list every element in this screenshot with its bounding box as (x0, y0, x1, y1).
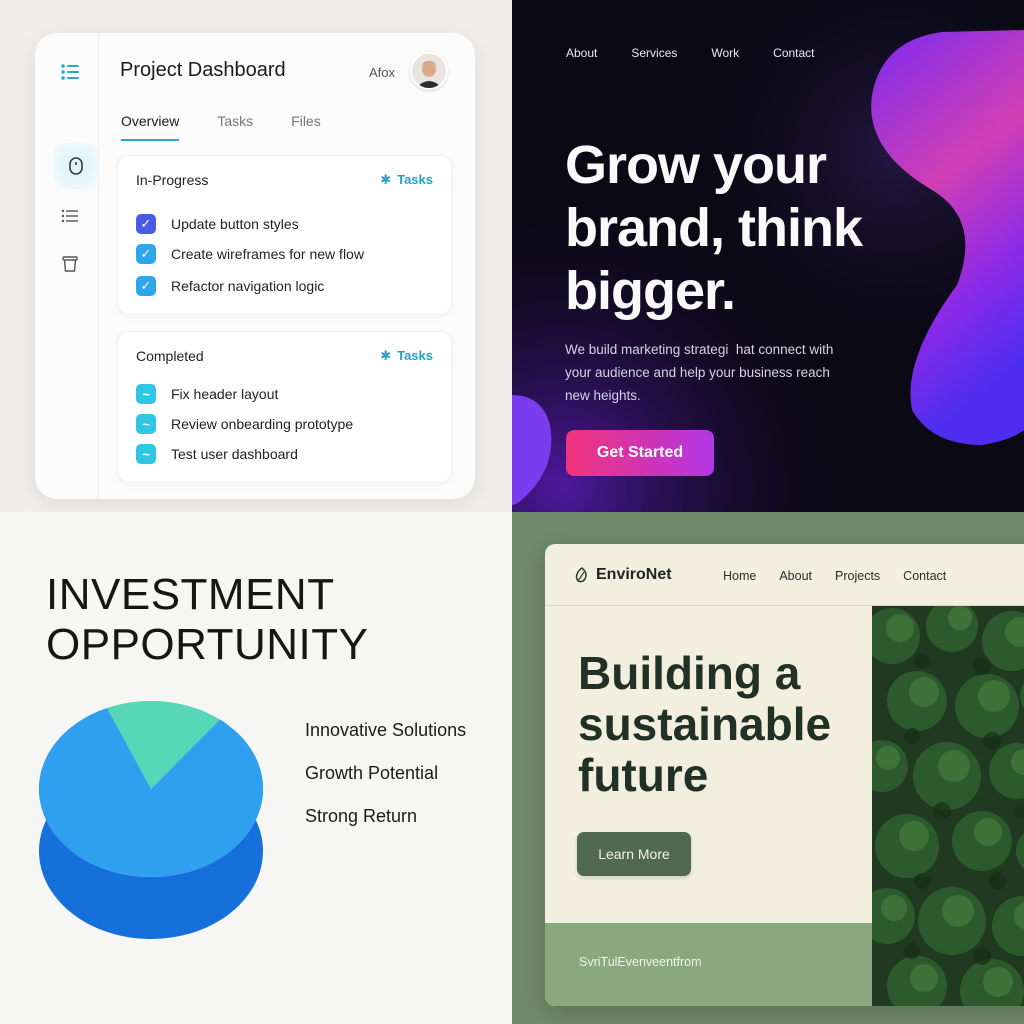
tab-bar: Overview Tasks Files (121, 113, 359, 141)
task-label: Refactor navigation logic (171, 278, 325, 294)
benefit-list: Innovative Solutions Growth Potential St… (305, 720, 466, 849)
site-header: EnviroNet Home About Projects Contact (545, 544, 1024, 606)
dashboard-panel: Project Dashboard Afox Overview Tasks Fi… (0, 0, 512, 512)
investment-title: INVESTMENT OPPORTUNITY (46, 570, 369, 670)
task-label: Update button styles (171, 216, 299, 232)
completed-panel: Completed ✱ Tasks ~ Fix header layout ~ R… (117, 331, 452, 483)
tab-overview[interactable]: Overview (121, 113, 180, 141)
get-started-button[interactable]: Get Started (566, 430, 714, 476)
hero-headline: Building a sustainable future (578, 648, 868, 801)
panel-heading: Completed (136, 348, 204, 364)
nav-about[interactable]: About (779, 569, 812, 583)
trash-icon[interactable] (55, 249, 85, 279)
tasks-link[interactable]: ✱ Tasks (380, 348, 433, 364)
pie-chart (38, 701, 263, 939)
trend-icon[interactable]: ~ (136, 444, 156, 464)
mouse-icon[interactable] (53, 143, 99, 189)
task-label: Create wireframes for new flow (171, 246, 364, 262)
agency-panel: About Services Work Contact Grow your br… (512, 0, 1024, 512)
brand-name: EnviroNet (596, 566, 672, 583)
headline-line: future (578, 749, 709, 801)
checkbox-checked-icon[interactable]: ✓ (136, 244, 156, 264)
nav-home[interactable]: Home (723, 569, 756, 583)
dashboard-card: Project Dashboard Afox Overview Tasks Fi… (35, 33, 475, 499)
environet-card: EnviroNet Home About Projects Contact Bu… (545, 544, 1024, 1006)
list-icon[interactable] (55, 57, 85, 87)
nav-contact[interactable]: Contact (773, 46, 814, 60)
environet-panel: EnviroNet Home About Projects Contact Bu… (512, 512, 1024, 1024)
forest-image (872, 606, 1024, 1006)
checkbox-checked-icon[interactable]: ✓ (136, 214, 156, 234)
menu-icon[interactable] (55, 201, 85, 231)
tab-files[interactable]: Files (291, 113, 321, 141)
avatar[interactable] (410, 52, 448, 90)
list-item: Innovative Solutions (305, 720, 467, 740)
tasks-link[interactable]: ✱ Tasks (380, 172, 433, 188)
list-item[interactable]: ✓ Update button styles (136, 214, 299, 234)
trend-icon[interactable]: ~ (136, 384, 156, 404)
nav-services[interactable]: Services (631, 46, 677, 60)
list-item: Growth Potential (305, 763, 439, 783)
list-item[interactable]: ~ Fix header layout (136, 384, 278, 404)
in-progress-panel: In-Progress ✱ Tasks ✓ Update button style… (117, 155, 452, 315)
headline-line: Building a (578, 647, 801, 699)
leaf-icon (575, 567, 587, 583)
list-item[interactable]: ✓ Refactor navigation logic (136, 276, 324, 296)
list-item: Strong Return (305, 806, 418, 826)
task-label: Fix header layout (171, 386, 279, 402)
investment-panel: INVESTMENT OPPORTUNITY Innovative Soluti… (0, 512, 512, 1024)
tasks-link-label: Tasks (397, 172, 433, 187)
sparkle-icon: ✱ (380, 348, 392, 363)
page-title: Project Dashboard (120, 59, 286, 81)
list-item[interactable]: ✓ Create wireframes for new flow (136, 244, 364, 264)
list-item[interactable]: ~ Test user dashboard (136, 444, 298, 464)
user-name: Afox (369, 65, 396, 80)
top-nav: About Services Work Contact (566, 46, 849, 60)
trend-icon[interactable]: ~ (136, 414, 156, 434)
site-nav: Home About Projects Contact (723, 569, 969, 583)
tab-tasks[interactable]: Tasks (217, 113, 253, 141)
title-line: INVESTMENT (46, 570, 335, 619)
footer-band: SvriTulEvenveentfrom (545, 923, 872, 1006)
learn-more-button[interactable]: Learn More (577, 832, 691, 876)
forest-canopy-illustration (872, 606, 1024, 1006)
hero-description: We build marketing strategi hat connect … (565, 342, 834, 403)
title-line: OPPORTUNITY (46, 620, 369, 669)
checkbox-checked-icon[interactable]: ✓ (136, 276, 156, 296)
list-item[interactable]: ~ Review onbearding prototype (136, 414, 353, 434)
sparkle-icon: ✱ (380, 172, 392, 187)
headline-line: sustainable (578, 698, 832, 750)
task-label: Test user dashboard (171, 446, 298, 462)
tasks-link-label: Tasks (397, 348, 433, 363)
brand-logo[interactable]: EnviroNet (575, 566, 672, 584)
nav-work[interactable]: Work (711, 46, 739, 60)
panel-heading: In-Progress (136, 172, 209, 188)
dashboard-sidebar (35, 33, 99, 499)
footer-text: SvriTulEvenveentfrom (579, 955, 702, 969)
nav-about[interactable]: About (566, 46, 597, 60)
nav-projects[interactable]: Projects (835, 569, 880, 583)
task-label: Review onbearding prototype (171, 416, 354, 432)
hero-headline: Grow your brand, think bigger. (565, 135, 863, 321)
nav-contact[interactable]: Contact (903, 569, 946, 583)
